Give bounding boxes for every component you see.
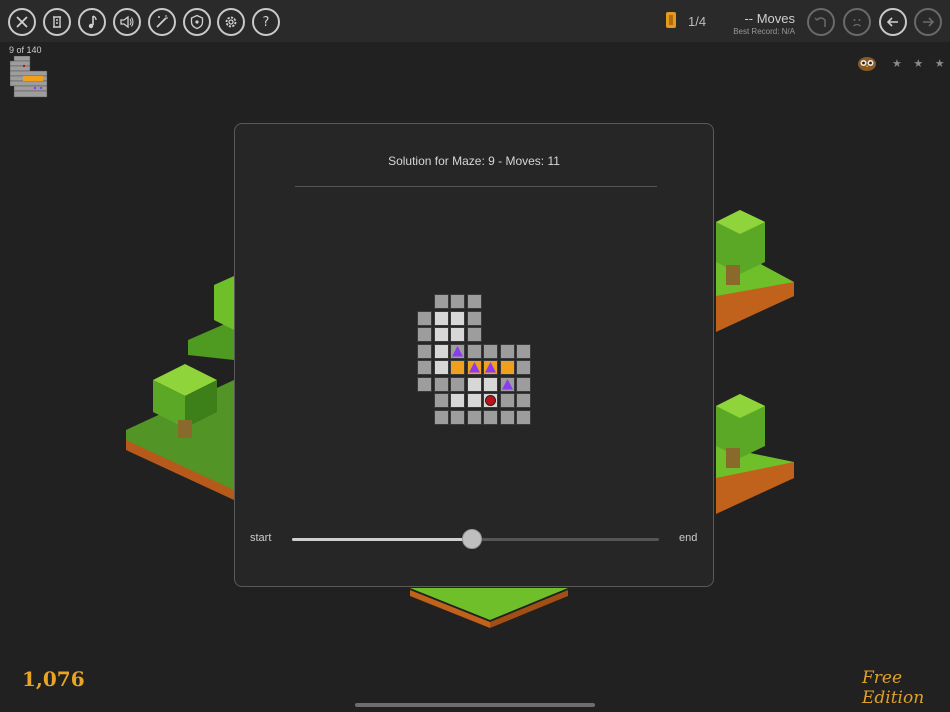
- triangle-marker: [452, 345, 463, 356]
- magic-wand-icon[interactable]: [148, 8, 176, 36]
- maze-cell: [433, 393, 449, 408]
- close-icon[interactable]: [8, 8, 36, 36]
- solution-dialog: Solution for Maze: 9 - Moves: 11 start e…: [234, 123, 714, 587]
- maze-cell: [499, 343, 515, 359]
- sad-face-icon[interactable]: [843, 8, 871, 36]
- maze-cell: [417, 376, 432, 392]
- maze-cell: [433, 343, 449, 359]
- maze-cell: [450, 376, 465, 392]
- maze-cell: [417, 327, 432, 342]
- slider-thumb[interactable]: [461, 529, 482, 549]
- maze-cell: [433, 409, 449, 425]
- maze-cell: [466, 294, 482, 309]
- maze-cell: [417, 360, 432, 375]
- maze-cell: [450, 294, 465, 309]
- triangle-marker: [468, 362, 480, 373]
- maze-cell: [499, 409, 515, 425]
- maze-cell: [466, 310, 482, 326]
- maze-minimap[interactable]: [10, 56, 50, 102]
- shield-icon[interactable]: [183, 8, 211, 36]
- divider: [295, 186, 657, 187]
- edition-label: Free Edition: [862, 668, 925, 708]
- slider-start-label: start: [250, 532, 272, 544]
- ball-marker: [485, 395, 496, 406]
- maze-cell: [516, 376, 531, 392]
- top-toolbar: ? 1/4 -- Moves Best Record: N/A: [0, 0, 950, 42]
- maze-cell: [466, 327, 482, 342]
- best-record-label: Best Record: N/A: [733, 27, 795, 36]
- maze-cell: [499, 393, 515, 408]
- maze-cell: [483, 343, 498, 359]
- moves-label: -- Moves: [744, 11, 795, 26]
- scroll-icon[interactable]: [43, 8, 71, 36]
- undo-icon[interactable]: [807, 8, 835, 36]
- gear-icon[interactable]: [217, 8, 245, 36]
- maze-cell: [433, 294, 449, 309]
- maze-cell: [483, 409, 498, 425]
- maze-cell: [433, 310, 449, 326]
- maze-cell: [516, 409, 531, 425]
- solution-slider[interactable]: [292, 529, 659, 549]
- triangle-marker: [501, 378, 513, 389]
- maze-cell: [417, 310, 432, 326]
- maze-count: 9 of 140: [9, 45, 42, 55]
- back-arrow-icon[interactable]: [879, 8, 907, 36]
- maze-cell: [466, 376, 482, 392]
- maze-cell: [466, 409, 482, 425]
- maze-cell: [450, 393, 465, 408]
- forward-arrow-icon[interactable]: [914, 8, 942, 36]
- owl-icon: [858, 57, 876, 71]
- maze-cell: [466, 393, 482, 408]
- maze-cell: [516, 393, 531, 408]
- slider-end-label: end: [679, 532, 698, 544]
- maze-cell: [516, 360, 531, 375]
- home-indicator: [355, 703, 595, 707]
- maze-cell: [499, 360, 515, 375]
- gem-icon: [666, 12, 676, 28]
- music-icon[interactable]: [78, 8, 106, 36]
- maze-cell: [433, 360, 449, 375]
- maze-cell: [450, 409, 465, 425]
- coin-score: 1,076: [22, 667, 85, 691]
- slider-fill: [292, 538, 472, 541]
- maze-cell: [450, 327, 465, 342]
- maze-cell: [433, 376, 449, 392]
- maze-cell: [417, 343, 432, 359]
- maze-cell: [450, 310, 465, 326]
- maze-cell: [433, 327, 449, 342]
- maze-cell: [466, 343, 482, 359]
- rating-stars: ★ ★ ★: [892, 57, 949, 70]
- triangle-marker: [485, 362, 496, 373]
- level-counter: 1/4: [688, 14, 707, 29]
- maze-cell: [483, 376, 498, 392]
- sound-icon[interactable]: [113, 8, 141, 36]
- help-icon[interactable]: ?: [252, 8, 280, 36]
- maze-cell: [450, 360, 465, 375]
- maze-cell: [516, 343, 531, 359]
- dialog-title: Solution for Maze: 9 - Moves: 11: [388, 154, 560, 168]
